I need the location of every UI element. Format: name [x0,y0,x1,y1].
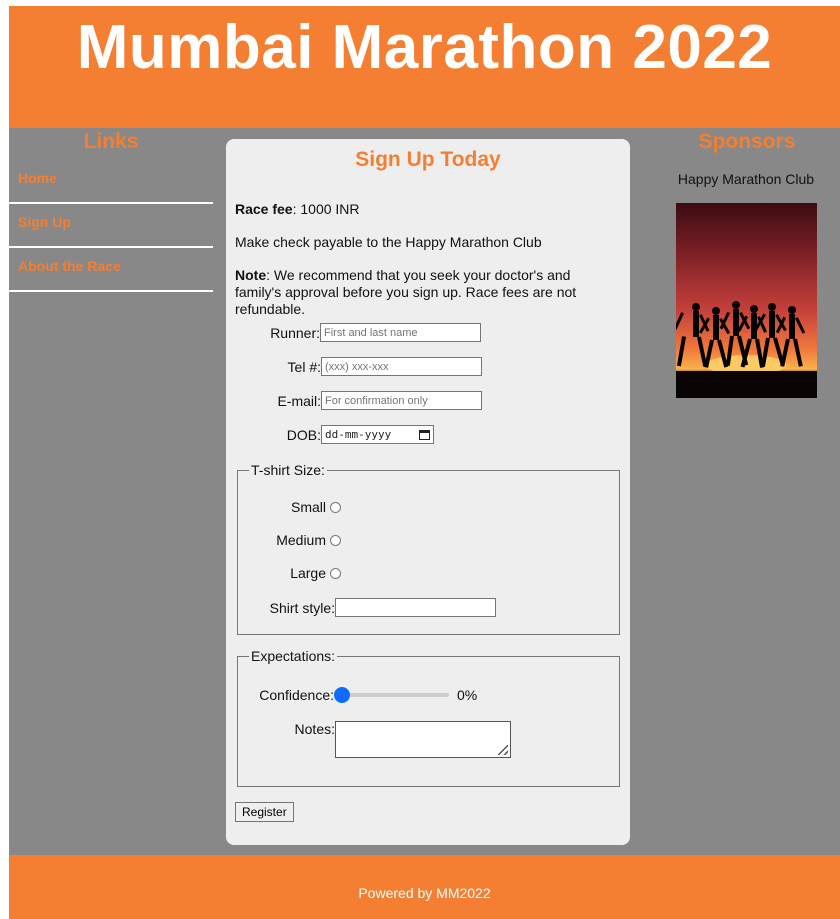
dob-input[interactable]: dd-mm-yyyy [321,425,434,444]
sponsor-runners-image [676,203,817,398]
expectations-legend: Expectations: [251,648,336,664]
tshirt-medium-row[interactable]: Medium [235,532,341,548]
race-fee-label: Race fee [235,201,293,217]
dob-row: DOB: dd-mm-yyyy [235,425,434,444]
check-payable-text: Make check payable to the Happy Marathon… [235,234,542,250]
notes-textarea[interactable] [335,721,511,758]
email-row: E-mail: [235,391,482,410]
shirt-style-input[interactable] [335,598,496,617]
tshirt-large-radio[interactable] [330,567,341,579]
note-text: Note: We recommend that you seek your do… [235,267,613,318]
tshirt-large-row[interactable]: Large [235,565,341,581]
calendar-icon[interactable] [419,429,430,440]
signup-title: Sign Up Today [355,148,501,171]
confidence-value: 0% [457,687,478,703]
tshirt-small-label: Small [290,499,326,515]
links-heading: Links [83,130,139,153]
shirt-style-row: Shirt style: [235,598,496,617]
signup-card: Sign Up Today Race fee: 1000 INR Make ch… [226,139,630,845]
nav-link-home[interactable]: Home [9,160,213,204]
dob-label: DOB: [286,426,321,443]
nav-link-sign-up[interactable]: Sign Up [9,204,213,248]
race-fee-value: : 1000 INR [292,201,360,217]
runner-label: Runner: [270,324,320,341]
nav-link-about-race[interactable]: About the Race [9,248,213,292]
tshirt-small-radio[interactable] [330,501,341,513]
sponsor-name: Happy Marathon Club [677,171,815,187]
runner-row: Runner: [235,323,481,342]
footer-text: Powered by MM2022 [358,885,491,901]
email-input[interactable] [321,391,482,410]
register-button[interactable]: Register [235,802,294,822]
race-fee-text: Race fee: 1000 INR [235,201,615,218]
site-title: Mumbai Marathon 2022 [76,13,773,82]
note-body: : We recommend that you seek your doctor… [235,267,577,317]
dob-value: dd-mm-yyyy [325,428,392,441]
tshirt-legend: T-shirt Size: [251,462,325,478]
resize-grip-icon[interactable] [498,745,508,755]
confidence-label: Confidence: [259,687,334,703]
expectations-fieldset: Expectations: [237,648,620,787]
shirt-style-label: Shirt style: [269,599,335,616]
links-nav: Home Sign Up About the Race [9,160,213,292]
site-footer: Powered by MM2022 [9,855,840,919]
tel-label: Tel #: [287,358,321,375]
tel-row: Tel #: [235,357,482,376]
confidence-slider[interactable] [334,687,449,703]
notes-row: Notes: [235,721,511,758]
notes-label: Notes: [294,721,335,737]
tel-input[interactable] [321,357,482,376]
tshirt-medium-radio[interactable] [330,534,341,546]
note-label: Note [235,267,267,283]
tshirt-large-label: Large [290,565,326,581]
confidence-row: Confidence: 0% [235,687,477,703]
runner-input[interactable] [320,323,481,342]
tshirt-small-row[interactable]: Small [235,499,341,515]
confidence-slider-thumb[interactable] [334,687,350,703]
tshirt-medium-label: Medium [276,532,326,548]
main-area: Links Home Sign Up About the Race Sponso… [9,128,840,855]
sponsors-heading: Sponsors [698,130,796,153]
site-header: Mumbai Marathon 2022 [9,6,840,128]
email-label: E-mail: [277,392,321,409]
runner-silhouettes-icon [676,301,817,398]
